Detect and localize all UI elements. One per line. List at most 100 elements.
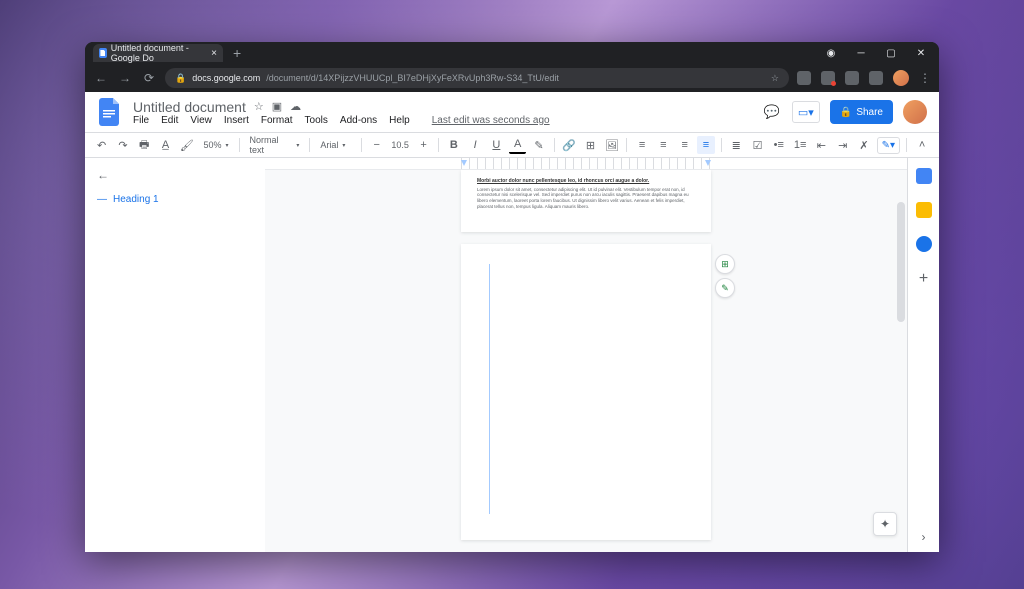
font-size-increase[interactable]: + [415, 136, 432, 154]
left-indent-marker[interactable] [461, 160, 467, 166]
print-button[interactable]: 🖶 [136, 136, 153, 154]
back-button[interactable]: ← [93, 70, 109, 86]
present-button[interactable]: ▭▾ [792, 101, 820, 123]
font-select[interactable]: Arial [316, 140, 355, 150]
outline-panel: ← Heading 1 [85, 158, 265, 552]
comment-history-icon[interactable]: 💬 [762, 102, 782, 122]
menu-addons[interactable]: Add-ons [340, 115, 377, 126]
incognito-icon[interactable]: ◉ [825, 47, 837, 59]
outline-close-icon[interactable]: ← [97, 168, 253, 182]
new-tab-button[interactable]: + [223, 45, 251, 61]
menu-insert[interactable]: Insert [224, 115, 249, 126]
address-bar: ← → ⟳ 🔒 docs.google.com/document/d/14XPi… [85, 64, 939, 92]
extensions-puzzle-icon[interactable] [845, 71, 859, 85]
align-center-button[interactable]: ≡ [655, 136, 672, 154]
chrome-menu-icon[interactable]: ⋮ [919, 71, 931, 85]
side-panel: + › [907, 158, 939, 552]
url-path: /document/d/14XPijzzVHUUCpl_BI7eDHjXyFeX… [266, 73, 559, 83]
extension-icon-1[interactable] [797, 71, 811, 85]
share-button[interactable]: 🔒 Share [830, 100, 893, 124]
font-size-decrease[interactable]: − [368, 136, 385, 154]
right-indent-marker[interactable] [705, 160, 711, 166]
docs-body: ← Heading 1 Morbi auctor dolor nunc pell… [85, 158, 939, 552]
docs-header: Untitled document ☆ ▣ ☁ File Edit View I… [85, 92, 939, 132]
tab-strip: Untitled document - Google Do × + ◉ ─ ▢ … [85, 42, 939, 64]
explore-button[interactable]: ✦ [873, 512, 897, 536]
align-right-button[interactable]: ≡ [676, 136, 693, 154]
docs-logo-icon[interactable] [97, 99, 123, 125]
font-size-value[interactable]: 10.5 [389, 140, 411, 150]
tab-title: Untitled document - Google Do [111, 43, 207, 63]
menu-help[interactable]: Help [389, 115, 410, 126]
text-color-button[interactable]: A [509, 136, 526, 154]
add-comment-icon[interactable]: ⊞ [715, 254, 735, 274]
collapse-toolbar-button[interactable]: ˄ [913, 136, 931, 154]
tab-close-icon[interactable]: × [211, 48, 217, 59]
comment-button[interactable]: ⊞ [582, 136, 599, 154]
bold-button[interactable]: B [445, 136, 462, 154]
underline-button[interactable]: U [488, 136, 505, 154]
last-edit-link[interactable]: Last edit was seconds ago [432, 115, 550, 126]
url-domain: docs.google.com [192, 73, 260, 83]
addons-plus-icon[interactable]: + [919, 270, 928, 288]
clear-formatting-button[interactable]: ✗ [855, 136, 872, 154]
checklist-button[interactable]: ☑ [749, 136, 766, 154]
reload-button[interactable]: ⟳ [141, 70, 157, 86]
page-1[interactable]: Morbi auctor dolor nunc pellentesque leo… [461, 170, 711, 232]
toolbar: ↶ ↷ 🖶 A̲ 🖌 50% Normal text Arial − 10.5 … [85, 132, 939, 158]
cloud-status-icon[interactable]: ☁ [290, 100, 301, 113]
extension-icon-2[interactable] [821, 71, 835, 85]
keep-icon[interactable] [916, 202, 932, 218]
italic-button[interactable]: I [466, 136, 483, 154]
maximize-button[interactable]: ▢ [885, 47, 897, 59]
calendar-icon[interactable] [916, 168, 932, 184]
close-button[interactable]: ✕ [915, 47, 927, 59]
image-button[interactable]: 🖼 [603, 136, 620, 154]
align-left-button[interactable]: ≡ [633, 136, 650, 154]
undo-button[interactable]: ↶ [93, 136, 110, 154]
window-controls: ◉ ─ ▢ ✕ [825, 47, 939, 59]
decrease-indent-button[interactable]: ⇤ [813, 136, 830, 154]
menu-file[interactable]: File [133, 115, 149, 126]
spellcheck-button[interactable]: A̲ [157, 136, 174, 154]
menu-edit[interactable]: Edit [161, 115, 178, 126]
redo-button[interactable]: ↷ [114, 136, 131, 154]
star-icon[interactable]: ☆ [254, 100, 264, 113]
page-2[interactable]: ⊞ ✎ [461, 244, 711, 540]
highlight-button[interactable]: ✎ [530, 136, 547, 154]
align-justify-button[interactable]: ≡ [697, 136, 714, 154]
tasks-icon[interactable] [916, 236, 932, 252]
numbered-list-button[interactable]: 1≡ [791, 136, 808, 154]
line-spacing-button[interactable]: ≣ [728, 136, 745, 154]
menu-format[interactable]: Format [261, 115, 293, 126]
document-title[interactable]: Untitled document [133, 99, 246, 115]
increase-indent-button[interactable]: ⇥ [834, 136, 851, 154]
bulleted-list-button[interactable]: •≡ [770, 136, 787, 154]
forward-button[interactable]: → [117, 70, 133, 86]
paragraph-style-select[interactable]: Normal text [245, 135, 303, 155]
profile-avatar[interactable] [893, 70, 909, 86]
browser-tab[interactable]: Untitled document - Google Do × [93, 44, 223, 62]
extension-area: ⋮ [797, 70, 931, 86]
editing-mode-button[interactable]: ✎▾ [877, 137, 900, 154]
hide-side-panel-icon[interactable]: › [922, 530, 926, 544]
menu-view[interactable]: View [190, 115, 212, 126]
url-field[interactable]: 🔒 docs.google.com/document/d/14XPijzzVHU… [165, 68, 789, 88]
account-avatar[interactable] [903, 100, 927, 124]
move-icon[interactable]: ▣ [272, 100, 282, 113]
extension-icon-3[interactable] [869, 71, 883, 85]
outline-item-heading1[interactable]: Heading 1 [97, 190, 253, 209]
menu-tools[interactable]: Tools [305, 115, 328, 126]
link-button[interactable]: 🔗 [561, 136, 578, 154]
paint-format-button[interactable]: 🖌 [178, 136, 195, 154]
menu-bar: File Edit View Insert Format Tools Add-o… [133, 115, 550, 126]
zoom-select[interactable]: 50% [199, 140, 232, 150]
text-cursor-indicator [489, 264, 490, 514]
minimize-button[interactable]: ─ [855, 47, 867, 59]
document-canvas[interactable]: Morbi auctor dolor nunc pellentesque leo… [265, 158, 907, 552]
bookmark-star-icon[interactable]: ☆ [771, 73, 779, 84]
suggest-edit-icon[interactable]: ✎ [715, 278, 735, 298]
docs-favicon [99, 48, 107, 58]
horizontal-ruler[interactable] [265, 158, 907, 170]
vertical-scrollbar[interactable] [897, 202, 905, 322]
